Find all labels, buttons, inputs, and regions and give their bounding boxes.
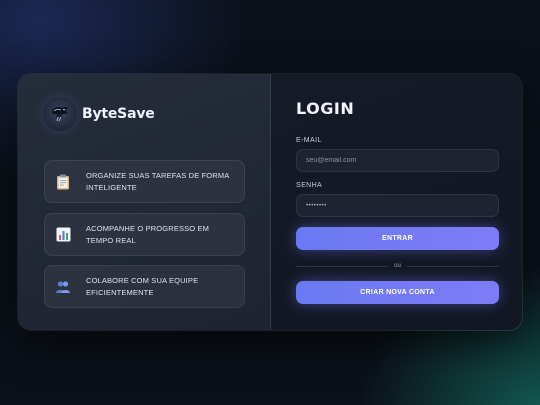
create-account-button[interactable]: CRIAR NOVA CONTA bbox=[296, 281, 499, 304]
password-field[interactable]: •••••••• bbox=[296, 194, 499, 217]
email-label: E-MAIL bbox=[296, 137, 322, 144]
dragon-icon bbox=[43, 97, 77, 131]
features-panel: ByteSave ORGANIZE SUAS TAREFAS DE FORMA … bbox=[18, 74, 271, 330]
login-button[interactable]: ENTRAR bbox=[296, 227, 499, 250]
divider-line-left bbox=[296, 265, 389, 267]
feature-card-collaborate: COLABORE COM SUA EQUIPE EFICIENTEMENTE bbox=[44, 265, 245, 308]
bar-chart-icon bbox=[54, 226, 72, 244]
password-label: SENHA bbox=[296, 182, 323, 189]
feature-card-progress: ACOMPANHE O PROGRESSO EM TEMPO REAL bbox=[44, 213, 245, 256]
feature-text: COLABORE COM SUA EQUIPE EFICIENTEMENTE bbox=[86, 275, 199, 297]
divider: ou bbox=[296, 262, 499, 270]
people-icon bbox=[54, 278, 72, 296]
feature-text: ACOMPANHE O PROGRESSO EM TEMPO REAL bbox=[86, 223, 210, 245]
login-title-text: LOGIN bbox=[296, 99, 355, 118]
brand: ByteSave bbox=[43, 97, 155, 131]
email-field[interactable] bbox=[296, 149, 499, 172]
feature-text: ORGANIZE SUAS TAREFAS DE FORMA INTELIGEN… bbox=[86, 170, 229, 192]
brand-name: ByteSave bbox=[82, 106, 155, 122]
login-card: ByteSave ORGANIZE SUAS TAREFAS DE FORMA … bbox=[17, 73, 523, 331]
clipboard-icon bbox=[54, 173, 72, 191]
feature-card-organize: ORGANIZE SUAS TAREFAS DE FORMA INTELIGEN… bbox=[44, 160, 245, 203]
divider-line-right bbox=[406, 265, 499, 267]
divider-text: ou bbox=[394, 263, 401, 269]
login-panel: LOGIN E-MAIL SENHA •••••••• ENTRAR ou CR… bbox=[271, 74, 522, 330]
login-title: LOGIN bbox=[296, 99, 354, 119]
